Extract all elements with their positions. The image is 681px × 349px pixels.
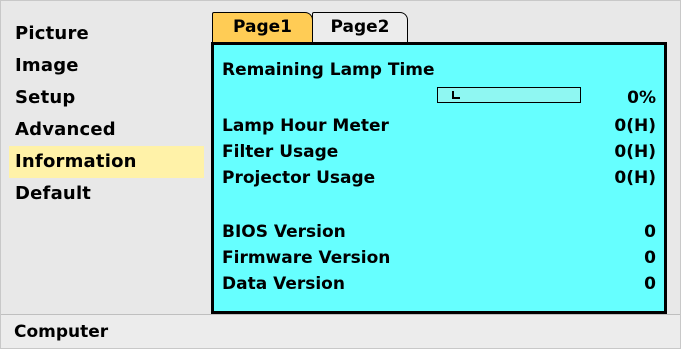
left-menu: Picture Image Setup Advanced Information… bbox=[9, 18, 204, 210]
projector-usage-label: Projector Usage bbox=[222, 168, 376, 188]
lamp-hour-meter-value: 0(H) bbox=[614, 116, 656, 136]
menu-item-advanced[interactable]: Advanced bbox=[9, 114, 204, 146]
filter-usage-row: Filter Usage 0(H) bbox=[222, 140, 656, 164]
projector-usage-row: Projector Usage 0(H) bbox=[222, 166, 656, 190]
source-footer: Computer bbox=[1, 314, 680, 348]
menu-item-default[interactable]: Default bbox=[9, 178, 204, 210]
lamp-hour-meter-row: Lamp Hour Meter 0(H) bbox=[222, 114, 656, 138]
menu-item-setup[interactable]: Setup bbox=[9, 82, 204, 114]
bios-version-value: 0 bbox=[644, 222, 656, 242]
lamp-hour-meter-label: Lamp Hour Meter bbox=[222, 116, 389, 136]
remaining-lamp-time-label: Remaining Lamp Time bbox=[222, 60, 435, 80]
data-version-label: Data Version bbox=[222, 274, 345, 294]
projector-usage-value: 0(H) bbox=[614, 168, 656, 188]
filter-usage-label: Filter Usage bbox=[222, 142, 339, 162]
bios-version-label: BIOS Version bbox=[222, 222, 346, 242]
filter-usage-value: 0(H) bbox=[614, 142, 656, 162]
lamp-progress-bar bbox=[437, 87, 581, 103]
information-panel: Remaining Lamp Time 0% Lamp Hour Meter 0… bbox=[211, 42, 667, 314]
tab-page2[interactable]: Page2 bbox=[312, 12, 408, 42]
data-version-row: Data Version 0 bbox=[222, 272, 656, 296]
tab-page1[interactable]: Page1 bbox=[212, 12, 313, 42]
remaining-lamp-time-percent: 0% bbox=[627, 88, 656, 108]
firmware-version-row: Firmware Version 0 bbox=[222, 246, 656, 270]
data-version-value: 0 bbox=[644, 274, 656, 294]
firmware-version-label: Firmware Version bbox=[222, 248, 391, 268]
menu-item-information[interactable]: Information bbox=[9, 146, 204, 178]
current-source-label: Computer bbox=[14, 322, 109, 342]
firmware-version-value: 0 bbox=[644, 248, 656, 268]
projector-osd-window: Picture Image Setup Advanced Information… bbox=[0, 0, 681, 349]
lamp-indicator-icon bbox=[452, 91, 460, 99]
menu-item-picture[interactable]: Picture bbox=[9, 18, 204, 50]
menu-item-image[interactable]: Image bbox=[9, 50, 204, 82]
bios-version-row: BIOS Version 0 bbox=[222, 220, 656, 244]
remaining-lamp-time-row: Remaining Lamp Time bbox=[222, 58, 656, 82]
